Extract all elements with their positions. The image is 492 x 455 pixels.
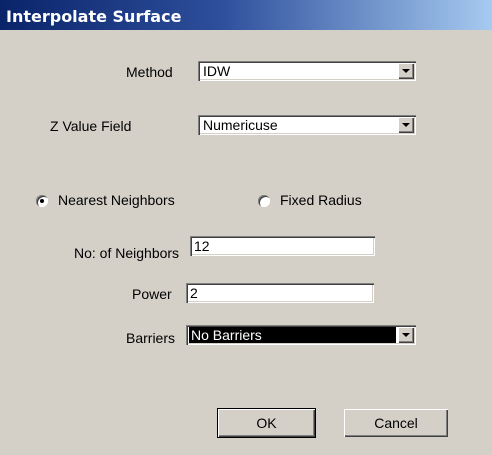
power-label: Power [132, 286, 172, 302]
method-dropdown-arrow-icon[interactable] [398, 63, 414, 79]
fixed-radius-label[interactable]: Fixed Radius [280, 192, 362, 208]
z-value-field-selected-value: Numericuse [203, 117, 278, 133]
power-input[interactable]: 2 [186, 283, 374, 303]
cancel-button[interactable]: Cancel [344, 409, 448, 437]
ok-button[interactable]: OK [217, 408, 316, 438]
method-dropdown[interactable]: IDW [198, 61, 416, 81]
fixed-radius-radio[interactable] [258, 195, 270, 207]
title-bar[interactable]: Interpolate Surface [0, 0, 492, 30]
barriers-dropdown-arrow-icon[interactable] [398, 327, 414, 343]
interpolate-surface-dialog: Interpolate Surface Method IDW Z Value F… [0, 0, 492, 455]
nearest-neighbors-label[interactable]: Nearest Neighbors [58, 192, 175, 208]
neighbors-label: No: of Neighbors [74, 245, 180, 261]
radio-selected-dot-icon [40, 199, 44, 203]
power-value: 2 [190, 285, 198, 301]
window-frame-left [0, 30, 5, 455]
window-title: Interpolate Surface [6, 7, 182, 26]
z-value-field-dropdown-arrow-icon[interactable] [398, 117, 414, 133]
z-value-field-label: Z Value Field [50, 118, 132, 134]
barriers-selected-value: No Barriers [189, 327, 396, 343]
barriers-dropdown[interactable]: No Barriers [186, 325, 416, 345]
z-value-field-dropdown[interactable]: Numericuse [198, 115, 416, 135]
neighbors-input[interactable]: 12 [190, 236, 375, 256]
method-label: Method [126, 64, 173, 80]
method-selected-value: IDW [203, 63, 231, 79]
barriers-label: Barriers [126, 330, 176, 346]
window-frame-bottom [0, 450, 492, 455]
nearest-neighbors-radio[interactable] [36, 195, 48, 207]
neighbors-value: 12 [194, 238, 210, 254]
